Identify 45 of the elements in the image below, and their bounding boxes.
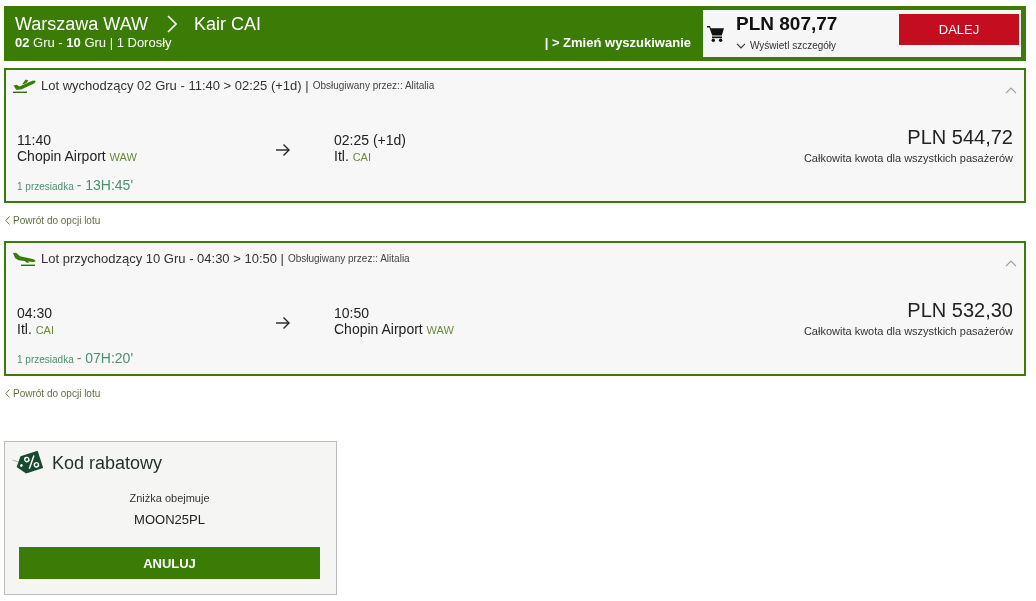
chevron-up-icon[interactable]: [1005, 259, 1017, 267]
arrival-airport: Chopin Airport WAW: [334, 321, 454, 338]
arrow-right-icon: [276, 144, 290, 156]
takeoff-plane-icon: [12, 79, 36, 93]
destination-city: Kair CAI: [194, 13, 262, 36]
arrival-time: 10:50: [334, 305, 370, 321]
arrival-time: 02:25 (+1d): [334, 132, 406, 148]
departure-airport: Itl. CAI: [17, 321, 54, 338]
discount-code: MOON25PL: [133, 512, 206, 528]
flight-price: PLN 532,30: [907, 298, 1013, 322]
chevron-right-icon: [167, 15, 177, 33]
flight-price: PLN 544,72: [907, 125, 1013, 149]
cart-icon: [707, 26, 724, 42]
stops-text: 1 przesiadka: [17, 180, 74, 194]
flight-duration: - 13H:45': [76, 176, 134, 194]
operator-text: Obsługiwany przez:: Alitalia: [312, 79, 435, 93]
price-note: Całkowita kwota dla wszystkich pasażerów: [803, 324, 1013, 338]
departure-time: 11:40: [17, 132, 51, 148]
back-link[interactable]: Powrót do opcji lotu: [5, 212, 101, 228]
discount-title: Kod rabatowy: [52, 451, 163, 474]
chevron-down-icon: [736, 43, 746, 49]
discount-label: Zniżka obejmuje: [128, 491, 211, 505]
departure-time: 04:30: [17, 305, 53, 321]
arrow-right-icon: [276, 317, 290, 329]
chevron-left-icon: [5, 388, 10, 398]
back-link[interactable]: Powrót do opcji lotu: [5, 385, 101, 401]
operator-text: Obsługiwany przez:: Alitalia: [287, 252, 410, 266]
trip-info: 02 Gru - 10 Gru | 1 Dorosły: [15, 36, 172, 50]
departure-airport: Chopin Airport WAW: [17, 148, 137, 165]
price-note: Całkowita kwota dla wszystkich pasażerów: [803, 151, 1013, 165]
flight-duration: - 07H:20': [76, 349, 134, 367]
discount-tag-icon: [12, 449, 43, 476]
chevron-left-icon: [5, 215, 10, 225]
chevron-up-icon[interactable]: [1005, 86, 1017, 94]
arrival-airport: Itl. CAI: [334, 148, 371, 165]
landing-plane-icon: [12, 252, 36, 266]
change-search-link[interactable]: | > Zmień wyszukiwanie: [544, 36, 691, 50]
flight-title: Lot przychodzący 10 Gru - 04:30 > 10:50 |: [41, 251, 284, 267]
cart-total: PLN 807,77: [736, 13, 838, 35]
next-button[interactable]: DALEJ: [899, 14, 1019, 45]
flight-title: Lot wychodzący 02 Gru - 11:40 > 02:25 (+1d) |: [41, 78, 309, 94]
cancel-button[interactable]: ANULUJ: [19, 547, 320, 579]
stops-text: 1 przesiadka: [17, 353, 74, 367]
origin-city: Warszawa WAW: [15, 13, 148, 36]
show-details-link[interactable]: Wyświetl szczegóły: [736, 39, 838, 53]
